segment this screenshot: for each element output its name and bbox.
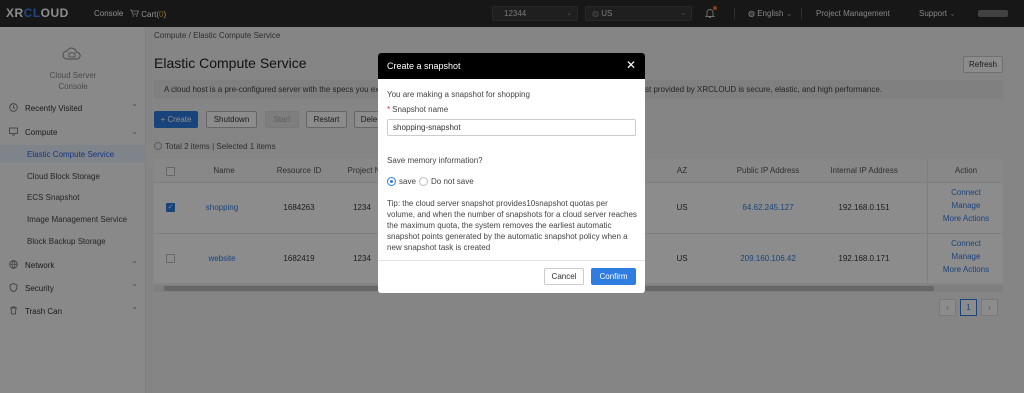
snapshot-name-label-text: Snapshot name bbox=[392, 105, 449, 114]
radio-save-label: save bbox=[399, 177, 416, 186]
radio-unselected-icon bbox=[419, 177, 428, 186]
radio-selected-icon bbox=[387, 177, 396, 186]
dialog-header: Create a snapshot ✕ bbox=[378, 53, 645, 79]
radio-save[interactable]: save bbox=[387, 177, 416, 186]
dialog-footer-divider bbox=[378, 260, 645, 261]
cancel-button[interactable]: Cancel bbox=[544, 268, 584, 285]
memory-question: Save memory information? bbox=[387, 156, 483, 165]
confirm-button[interactable]: Confirm bbox=[591, 268, 636, 285]
radio-do-not-save-label: Do not save bbox=[431, 177, 474, 186]
radio-do-not-save[interactable]: Do not save bbox=[419, 177, 474, 186]
create-snapshot-dialog: Create a snapshot ✕ You are making a sna… bbox=[378, 53, 645, 293]
snapshot-name-input[interactable] bbox=[387, 119, 636, 136]
dialog-title: Create a snapshot bbox=[387, 61, 461, 71]
required-asterisk: * bbox=[387, 105, 391, 114]
close-icon[interactable]: ✕ bbox=[626, 58, 636, 72]
dialog-intro: You are making a snapshot for shopping bbox=[387, 90, 530, 99]
snapshot-name-label: * Snapshot name bbox=[387, 105, 448, 114]
snapshot-tip: Tip: the cloud server snapshot provides1… bbox=[387, 199, 637, 252]
